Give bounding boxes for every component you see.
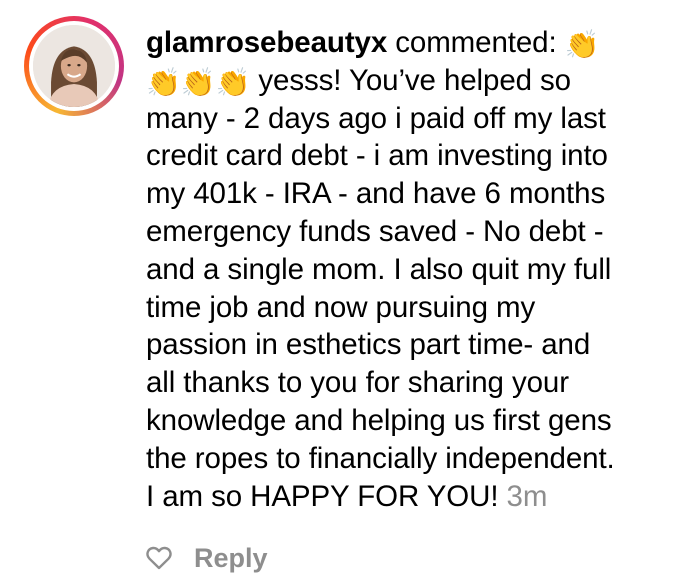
clapping-hands-icon: 👏 xyxy=(146,66,181,98)
comment-text: glamrosebeautyx commented: 👏 👏👏👏 yesss! … xyxy=(146,24,686,515)
comment-actions: Reply xyxy=(146,540,268,576)
comment-item: glamrosebeautyx commented: 👏 👏👏👏 yesss! … xyxy=(0,0,699,577)
avatar-border xyxy=(29,21,119,111)
avatar[interactable] xyxy=(33,25,115,107)
comment-action-text: commented: xyxy=(387,26,565,59)
avatar-image xyxy=(33,25,115,107)
story-ring[interactable] xyxy=(24,16,124,116)
reply-button[interactable]: Reply xyxy=(194,543,268,574)
username-link[interactable]: glamrosebeautyx xyxy=(146,26,387,59)
clapping-hands-icon: 👏 xyxy=(564,29,600,60)
comment-message: yesss! You’ve helped so many - 2 days ag… xyxy=(146,63,615,513)
heart-icon[interactable] xyxy=(146,546,172,570)
clapping-hands-icon: 👏 xyxy=(215,66,251,98)
clapping-hands-icon: 👏 xyxy=(180,66,216,98)
comment-timestamp: 3m xyxy=(498,479,548,513)
